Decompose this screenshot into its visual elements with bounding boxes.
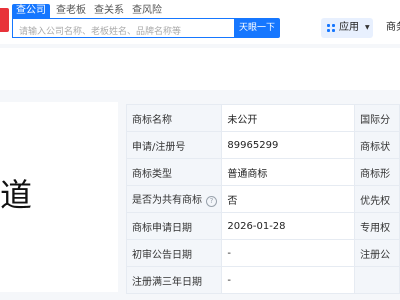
table-row: 初审公告日期 - 注册公 [125,239,400,267]
search-input[interactable] [13,23,239,41]
caret-down-icon: ▼ [365,24,370,31]
search-box [12,18,239,41]
table-row: 是否为共有商标? 否优先权 [125,185,400,213]
apps-grid-icon [327,24,335,32]
field-value: - [221,266,356,294]
field-label-secondary [354,266,400,294]
logo[interactable] [0,8,9,32]
field-label-secondary: 优先权 [354,185,400,213]
field-value: 89965299 [221,131,356,159]
table-row: 商标名称 未公开 国际分 [125,104,400,132]
field-label-text: 商标类型 [132,168,172,180]
field-label-secondary: 商标形 [354,158,400,186]
table-row: 商标类型 普通商标 商标形 [125,158,400,186]
search-button[interactable]: 天眼一下 [234,18,280,38]
field-label-text: 商标申请日期 [132,222,192,234]
field-label-secondary: 专用权 [354,212,400,240]
field-label: 商标名称 [125,104,223,132]
field-value: 2026-01-28 [221,212,356,240]
tab-boss[interactable]: 查老板 [52,4,90,18]
tab-relation[interactable]: 查关系 [90,4,128,18]
field-label-secondary: 国际分 [354,104,400,132]
business-link[interactable]: 商务 [386,18,400,38]
field-label: 是否为共有商标? [125,185,223,213]
field-value: 否 [221,185,356,213]
sub-bar [0,48,400,90]
field-label: 初审公告日期 [125,239,223,267]
field-label-text: 申请/注册号 [132,141,186,153]
apps-button[interactable]: 应用 ▼ [321,18,373,38]
field-label: 申请/注册号 [125,131,223,159]
field-label-text: 商标名称 [132,114,172,126]
field-label-text: 是否为共有商标 [132,195,202,206]
table-row: 商标申请日期 2026-01-28 专用权 [125,212,400,240]
field-value: 未公开 [221,104,356,132]
field-value: - [221,239,356,267]
field-label: 商标类型 [125,158,223,186]
field-label: 注册满三年日期 [125,266,223,294]
tab-company[interactable]: 查公司 [12,4,50,18]
field-label-text: 注册满三年日期 [132,276,202,288]
tab-risk[interactable]: 查风险 [128,4,166,18]
field-value: 普通商标 [221,158,356,186]
help-icon[interactable]: ? [206,196,217,207]
field-label-text: 初审公告日期 [132,249,192,261]
trademark-info-table: 商标名称 未公开 国际分申请/注册号 89965299 商标状商标类型 普通商标 商标形是否… [125,104,400,294]
field-label-secondary: 商标状 [354,131,400,159]
apps-label: 应用 [339,22,359,33]
table-row: 注册满三年日期 - [125,266,400,294]
table-row: 申请/注册号 89965299 商标状 [125,131,400,159]
field-label: 商标申请日期 [125,212,223,240]
trademark-image-text: 道 [0,176,33,214]
top-header: 查公司 查老板 查关系 查风险 天眼一下 应用 ▼ 商务 [0,0,400,44]
field-label-secondary: 注册公 [354,239,400,267]
